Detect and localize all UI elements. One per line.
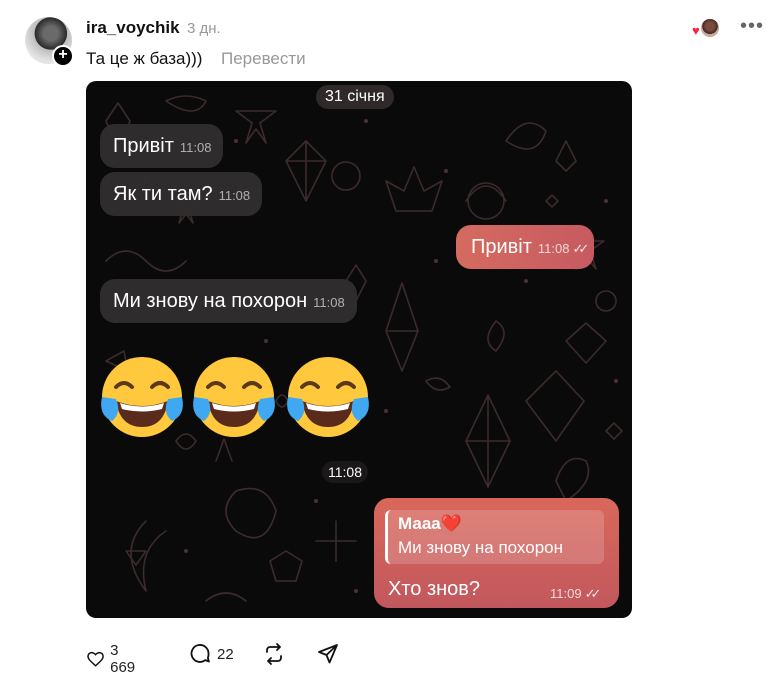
liked-by-indicator[interactable]: ♥: [692, 18, 722, 40]
laughing-tears-emoji-icon: [287, 357, 369, 437]
repost-icon: [266, 643, 282, 665]
more-icon[interactable]: •••: [740, 15, 764, 38]
quoted-text: Ми знову на похорон: [398, 538, 563, 557]
emoji-message-time: 11:08: [322, 461, 368, 483]
reply-text: Хто знов?: [388, 578, 481, 600]
read-ticks-icon: ✓✓: [584, 586, 602, 601]
reply-time-row: 11:09 ✓✓: [550, 586, 602, 602]
share-icon: [318, 644, 338, 664]
chat-screenshot[interactable]: 31 січня Привіт 11:08 Як ти там? 11:08 При…: [86, 81, 632, 618]
post-caption: Та це ж база))): [86, 49, 203, 68]
chat-date-pill: 31 січня: [316, 85, 394, 109]
message-text: Привіт: [113, 135, 174, 157]
laughing-tears-emoji-icon: [101, 357, 183, 437]
share-button[interactable]: [316, 642, 340, 666]
like-button[interactable]: 3 669: [86, 642, 140, 676]
message-bubble-incoming: Ми знову на похорон 11:08: [100, 279, 357, 323]
reply-message-bubble: Мааа❤️ Ми знову на похорон Хто знов? 11:…: [374, 498, 619, 608]
like-count: 3 669: [110, 642, 136, 676]
comment-button[interactable]: 22: [188, 642, 234, 666]
read-ticks-icon: ✓✓: [572, 241, 589, 256]
mini-heart-icon: ♥: [692, 23, 700, 38]
message-text: Привіт: [471, 236, 532, 258]
post-time: 3 дн.: [187, 20, 221, 37]
liker-avatar: [700, 18, 720, 38]
message-time: 11:08: [313, 295, 345, 310]
quoted-author: Мааа❤️: [398, 514, 462, 533]
message-time: 11:08: [179, 140, 212, 155]
author-username[interactable]: ira_voychik: [86, 18, 180, 38]
translate-link[interactable]: Перевести: [221, 49, 306, 69]
laughing-tears-emoji-icon: [193, 357, 275, 437]
message-text: Як ти там?: [113, 183, 213, 205]
message-text: Ми знову на похорон: [113, 290, 308, 312]
message-time: 11:09: [550, 586, 582, 601]
message-bubble-incoming: Привіт 11:08: [100, 124, 224, 168]
quoted-message[interactable]: Мааа❤️ Ми знову на похорон: [385, 510, 604, 564]
follow-plus-icon[interactable]: +: [52, 45, 74, 67]
comment-icon: [190, 644, 210, 663]
message-bubble-outgoing: Привіт 11:08 ✓✓: [456, 225, 595, 269]
comment-count: 22: [217, 645, 234, 663]
message-bubble-incoming: Як ти там? 11:08: [100, 172, 263, 216]
message-time: 11:08: [218, 188, 251, 203]
repost-button[interactable]: [262, 642, 286, 666]
heart-icon: [87, 651, 104, 667]
message-time: 11:08: [537, 241, 570, 256]
